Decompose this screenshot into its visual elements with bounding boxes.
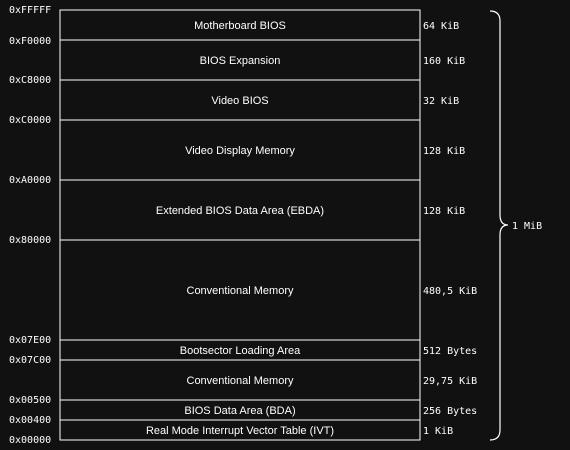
region-size: 128 KiB xyxy=(423,146,465,157)
address-label: 0xA0000 xyxy=(9,175,51,186)
region-name: BIOS Expansion xyxy=(200,55,281,67)
address-label: 0xC0000 xyxy=(9,115,51,126)
region-size: 64 KiB xyxy=(423,21,459,32)
address-labels: 0xFFFFF 0xF0000 0xC8000 0xC0000 0xA0000 0x800… xyxy=(9,5,51,446)
address-label: 0x00000 xyxy=(9,435,51,446)
address-label: 0xC8000 xyxy=(9,75,51,86)
memory-regions: Motherboard BIOS BIOS Expansion Video BIOS… xyxy=(59,9,421,441)
region-name: Conventional Memory xyxy=(187,285,294,297)
region-size: 256 Bytes xyxy=(423,406,477,417)
region-name: Video Display Memory xyxy=(185,145,295,157)
address-label: 0x00500 xyxy=(9,395,51,406)
region-name: Bootsector Loading Area xyxy=(180,345,301,357)
region-name: Motherboard BIOS xyxy=(194,20,286,32)
region-size: 32 KiB xyxy=(423,96,459,107)
address-label: 0x00400 xyxy=(9,415,51,426)
memory-map-diagram: Motherboard BIOS BIOS Expansion Video BIOS… xyxy=(9,5,542,446)
total-brace xyxy=(489,10,509,441)
size-labels: 64 KiB 160 KiB 32 KiB 128 KiB 128 KiB 480,5 K… xyxy=(423,21,477,437)
address-label: 0xF0000 xyxy=(9,36,51,47)
total-size-label: 1 MiB xyxy=(512,221,542,232)
address-label: 0x07E00 xyxy=(9,335,51,346)
region-size: 128 KiB xyxy=(423,206,465,217)
region-name: Extended BIOS Data Area (EBDA) xyxy=(156,205,324,217)
region-name: Real Mode Interrupt Vector Table (IVT) xyxy=(146,425,334,437)
region-size: 480,5 KiB xyxy=(423,286,477,297)
address-label: 0x07C00 xyxy=(9,355,51,366)
region-size: 160 KiB xyxy=(423,56,465,67)
region-name: Conventional Memory xyxy=(187,375,294,387)
region-name: BIOS Data Area (BDA) xyxy=(184,405,295,417)
address-label: 0xFFFFF xyxy=(9,5,51,16)
address-label: 0x80000 xyxy=(9,235,51,246)
region-name: Video BIOS xyxy=(211,95,268,107)
region-size: 512 Bytes xyxy=(423,346,477,357)
region-size: 29,75 KiB xyxy=(423,376,477,387)
region-size: 1 KiB xyxy=(423,426,453,437)
